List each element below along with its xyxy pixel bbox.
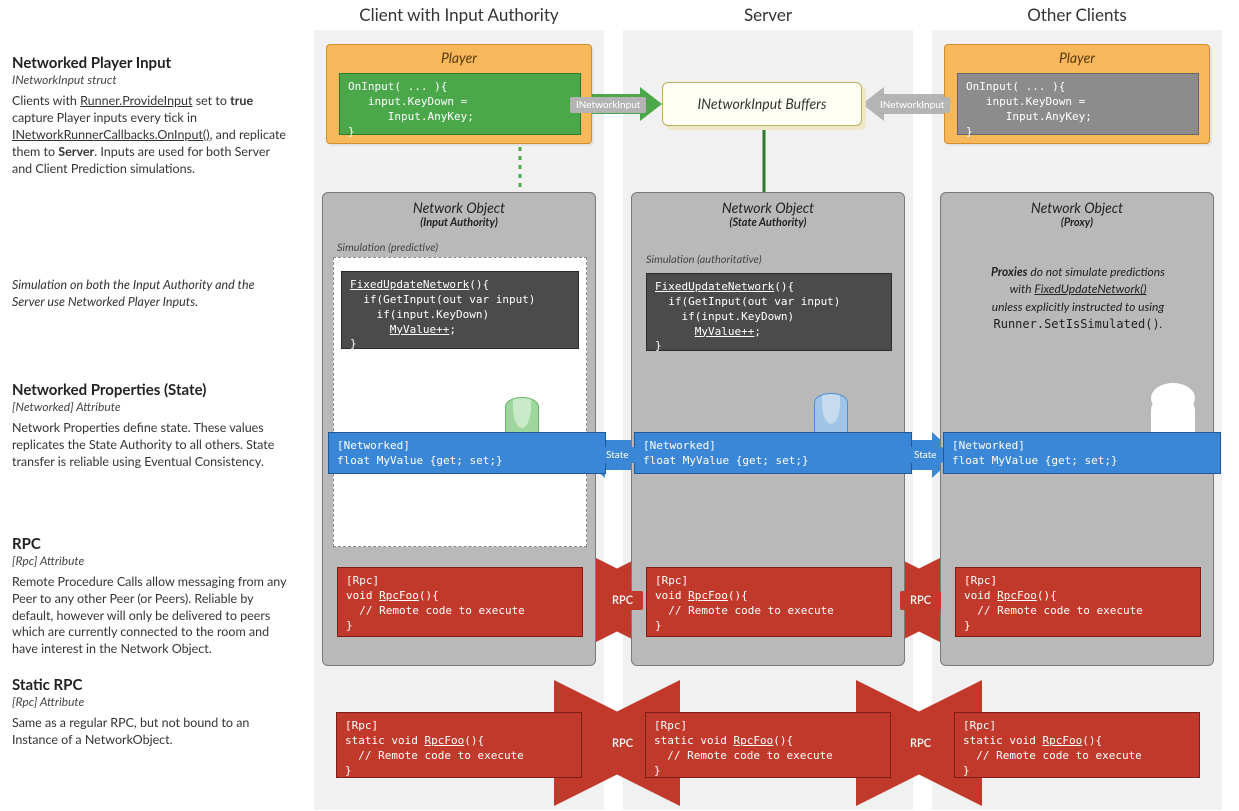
section-body: Network Properties define state. These v…	[12, 420, 288, 471]
code-oninput-client: OnInput( ... ){ input.KeyDown = Input.An…	[339, 73, 581, 135]
inetworkinput-buffers: INetworkInput Buffers	[662, 82, 862, 126]
label-inetworkinput-left: INetworkInput	[570, 97, 646, 113]
section-networked-player-input: Networked Player Input INetworkInput str…	[12, 54, 288, 177]
code-oninput-other: OnInput( ... ){ input.KeyDown = Input.An…	[957, 73, 1199, 135]
network-object-input-authority: Network Object (Input Authority) Simulat…	[322, 192, 596, 666]
code-static-rpc-other: [Rpc] static void RpcFoo(){ // Remote co…	[954, 712, 1200, 778]
netobj-header: Network Object (Proxy)	[941, 193, 1213, 231]
code-rpc-client: [Rpc] void RpcFoo(){ // Remote code to e…	[337, 567, 583, 637]
section-title: Static RPC	[12, 676, 288, 694]
code-rpc-proxy: [Rpc] void RpcFoo(){ // Remote code to e…	[955, 567, 1201, 637]
label-state-left: State	[600, 447, 635, 463]
section-subtitle: [Networked] Attribute	[12, 399, 288, 414]
code-networked-server: [Networked] float MyValue {get; set;}	[634, 432, 912, 474]
code-static-rpc-client: [Rpc] static void RpcFoo(){ // Remote co…	[336, 712, 582, 778]
column-header: Server	[623, 4, 913, 25]
player-card-client: Player OnInput( ... ){ input.KeyDown = I…	[326, 44, 592, 144]
label-static-rpc-right: RPC	[900, 734, 941, 753]
player-card-title: Player	[945, 45, 1209, 72]
left-column: Networked Player Input INetworkInput str…	[0, 0, 300, 777]
section-rpc: RPC [Rpc] Attribute Remote Procedure Cal…	[12, 535, 288, 658]
netobj-subtitle: (Proxy)	[941, 216, 1213, 229]
section-body: Simulation on both the Input Authority a…	[12, 277, 288, 311]
network-object-proxy: Network Object (Proxy) Proxies do not si…	[940, 192, 1214, 666]
player-card-title: Player	[327, 45, 591, 72]
netobj-header: Network Object (Input Authority)	[323, 193, 595, 231]
label-rpc-right: RPC	[900, 591, 941, 610]
netobj-subtitle: (State Authority)	[632, 216, 904, 229]
label-inetworkinput-right: INetworkInput	[874, 97, 950, 113]
netobj-title: Network Object	[323, 199, 595, 216]
section-title: RPC	[12, 535, 288, 553]
player-card-other: Player OnInput( ... ){ input.KeyDown = I…	[944, 44, 1210, 144]
column-header: Other Clients	[932, 4, 1222, 25]
section-title: Networked Player Input	[12, 54, 288, 72]
diagram-area: Client with Input Authority Server Other…	[300, 0, 1239, 777]
section-static-rpc: Static RPC [Rpc] Attribute Same as a reg…	[12, 676, 288, 749]
section-body: Clients with Runner.ProvideInput set to …	[12, 93, 288, 177]
label-state-right: State	[908, 447, 943, 463]
network-object-state-authority: Network Object (State Authority) Simulat…	[631, 192, 905, 666]
code-static-rpc-server: [Rpc] static void RpcFoo(){ // Remote co…	[645, 712, 891, 778]
netobj-title: Network Object	[632, 199, 904, 216]
section-title: Networked Properties (State)	[12, 381, 288, 399]
sim-label-authoritative: Simulation (authoritative)	[646, 253, 762, 266]
buffers-label: INetworkInput Buffers	[697, 95, 826, 112]
section-simulation-note: Simulation on both the Input Authority a…	[12, 277, 288, 311]
section-subtitle: [Rpc] Attribute	[12, 694, 288, 709]
proxy-note: Proxies do not simulate predictionswith …	[961, 263, 1195, 334]
code-networked-proxy: [Networked] float MyValue {get; set;}	[943, 432, 1221, 474]
code-networked-client: [Networked] float MyValue {get; set;}	[328, 432, 606, 474]
code-fixedupdatenetwork-server: FixedUpdateNetwork(){ if(GetInput(out va…	[646, 273, 892, 351]
section-body: Same as a regular RPC, but not bound to …	[12, 715, 288, 749]
code-fixedupdatenetwork-client: FixedUpdateNetwork(){ if(GetInput(out va…	[341, 271, 579, 349]
section-networked-properties: Networked Properties (State) [Networked]…	[12, 381, 288, 471]
label-rpc-left: RPC	[602, 591, 643, 610]
netobj-title: Network Object	[941, 199, 1213, 216]
section-body: Remote Procedure Calls allow messaging f…	[12, 574, 288, 658]
column-header: Client with Input Authority	[314, 4, 604, 25]
section-subtitle: INetworkInput struct	[12, 72, 288, 87]
sim-label-predictive: Simulation (predictive)	[337, 241, 438, 254]
code-rpc-server: [Rpc] void RpcFoo(){ // Remote code to e…	[646, 567, 892, 637]
label-static-rpc-left: RPC	[602, 734, 643, 753]
netobj-subtitle: (Input Authority)	[323, 216, 595, 229]
section-subtitle: [Rpc] Attribute	[12, 553, 288, 568]
netobj-header: Network Object (State Authority)	[632, 193, 904, 231]
